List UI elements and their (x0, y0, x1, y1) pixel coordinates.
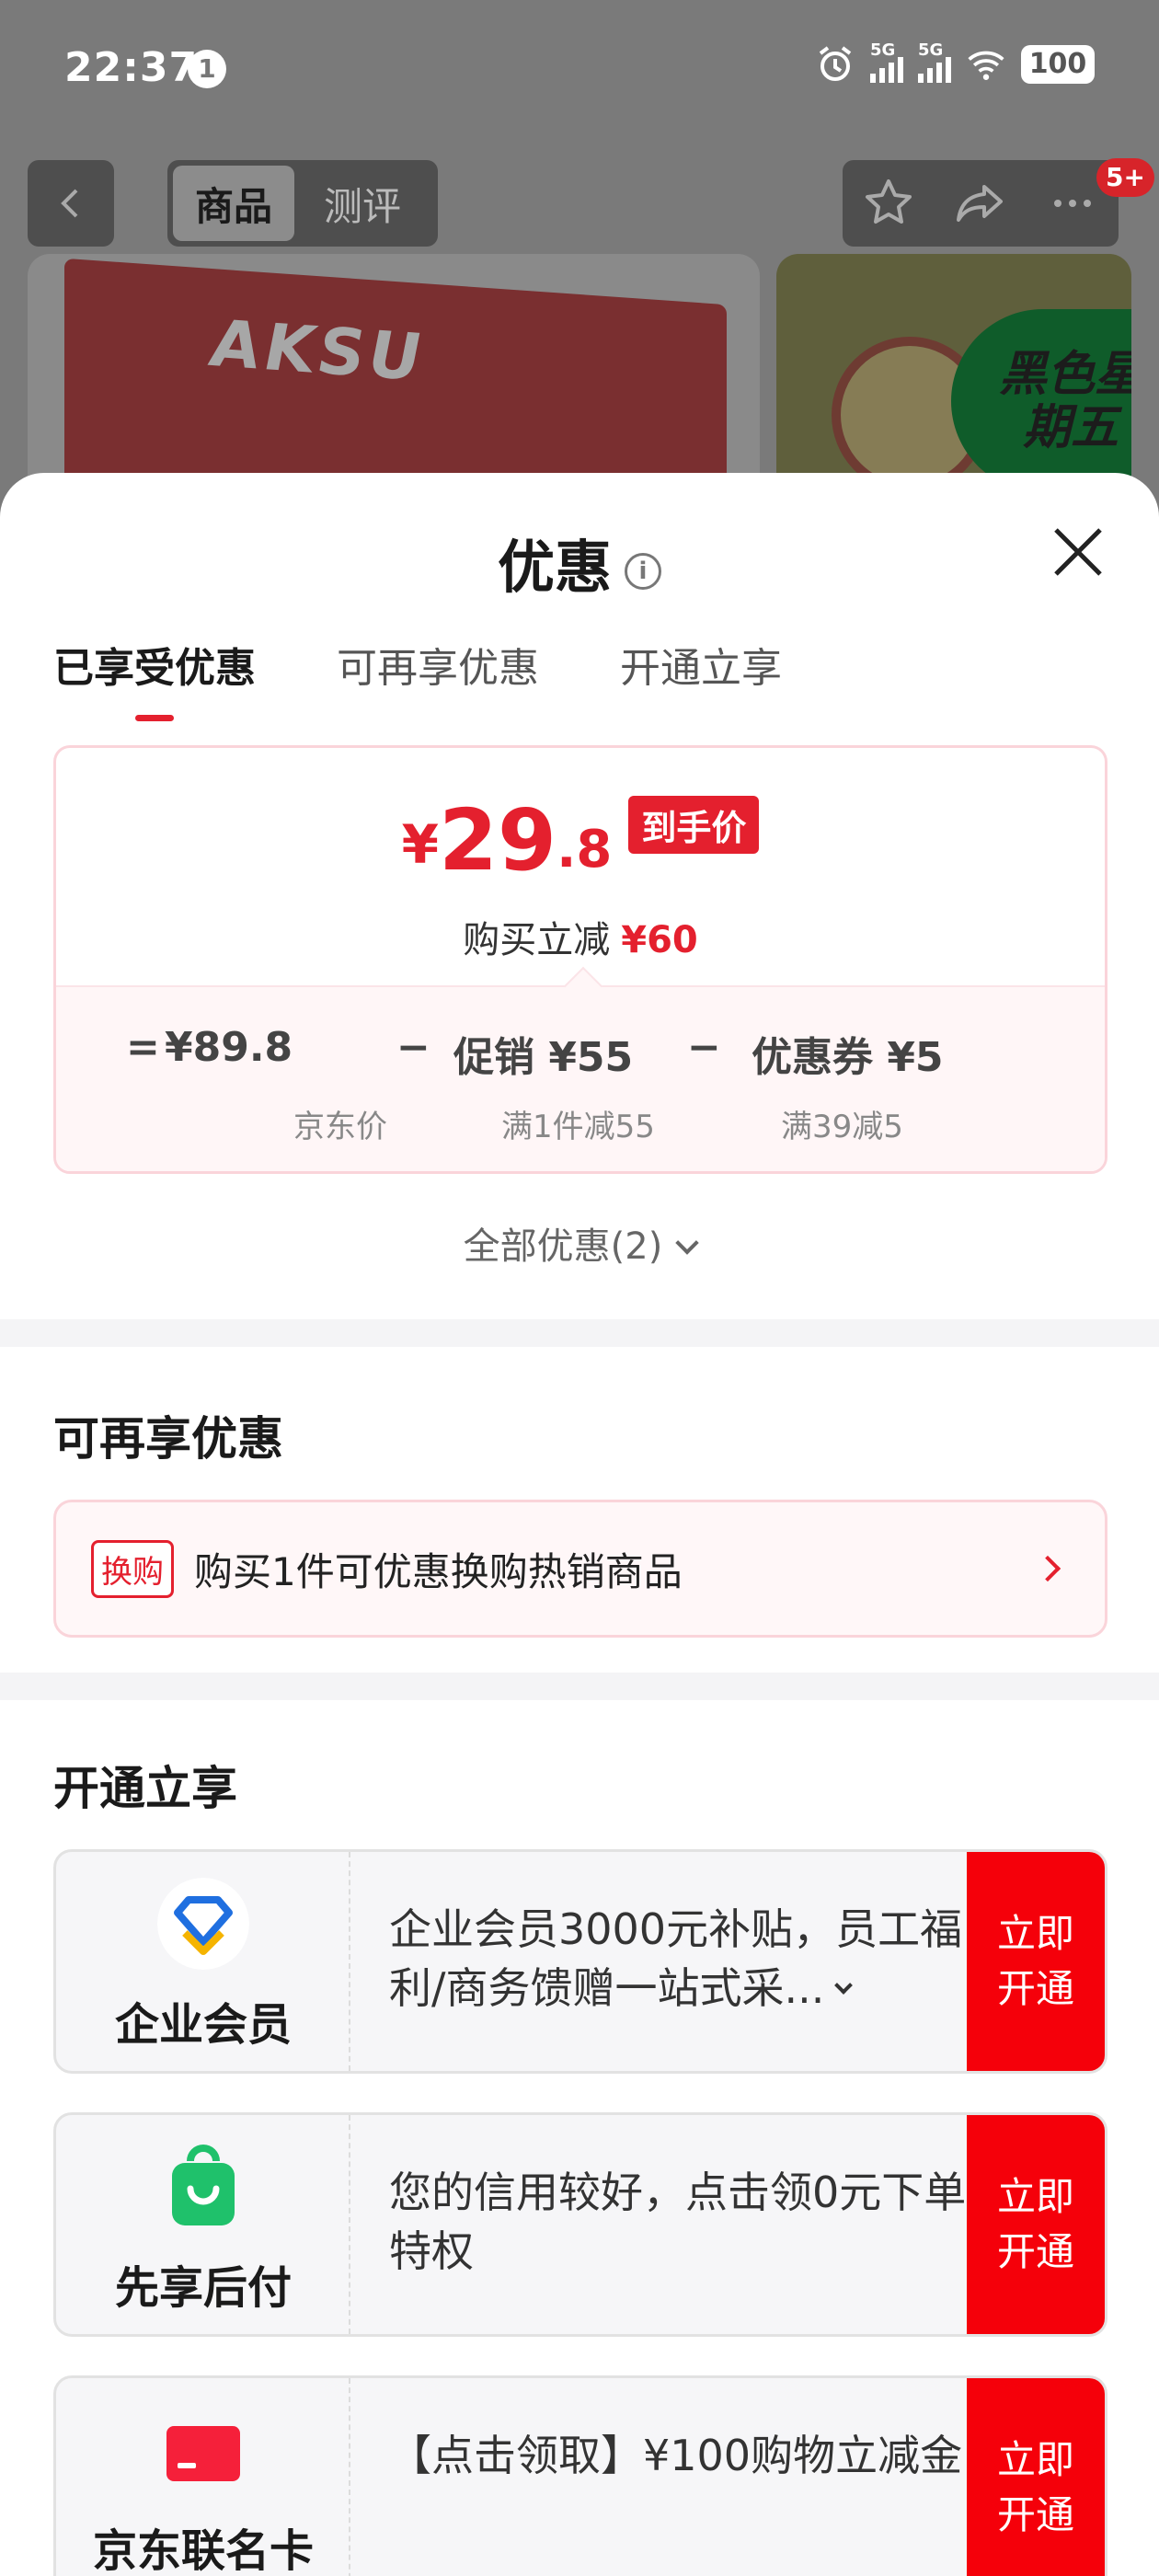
close-icon[interactable] (1052, 526, 1104, 578)
alarm-icon (815, 44, 855, 85)
section-divider (0, 1673, 1159, 1700)
swap-offer-row[interactable]: 换购 购买1件可优惠换购热销商品 (53, 1500, 1107, 1638)
status-bar: 22:37 1 5G 5G 100 (0, 0, 1159, 138)
price-breakdown: = ¥89.8 − 促销 ¥55 − 优惠券 ¥5 京东价 满1件减55 满39… (56, 966, 1105, 1171)
open-now-button[interactable]: 立即 开通 (967, 2115, 1105, 2334)
swap-badge: 换购 (91, 1539, 174, 1598)
final-price: ¥ 29 .8 到手价 (56, 796, 1105, 883)
battery-indicator: 100 (1021, 45, 1095, 84)
section-divider (0, 1319, 1159, 1347)
member-name: 先享后付 (114, 2262, 292, 2314)
wifi-icon (966, 44, 1006, 85)
nav-tabs: 商品 测评 (167, 160, 438, 247)
tab-review[interactable]: 测评 (302, 166, 423, 241)
message-badge: 5+ (1096, 158, 1154, 197)
shopping-bag-icon (172, 2145, 235, 2225)
more-icon[interactable] (1040, 171, 1105, 236)
member-name: 企业会员 (114, 1999, 292, 2051)
sheet-title: 优惠 i (0, 521, 1159, 604)
promo-amount: 促销 ¥55 (453, 1034, 634, 1081)
chevron-down-icon (675, 1231, 700, 1255)
chevron-right-icon (1034, 1555, 1061, 1582)
jd-price-label: 京东价 (293, 1109, 387, 1145)
all-offers-toggle[interactable]: 全部优惠(2) (0, 1216, 1159, 1270)
member-name: 京东联名卡 (92, 2525, 314, 2576)
signal-icon: 5G (870, 40, 903, 83)
info-icon[interactable]: i (625, 552, 661, 590)
nav-actions (843, 160, 1119, 247)
coupon-amount: 优惠券 ¥5 (752, 1034, 944, 1081)
pay-later-card[interactable]: 先享后付 您的信用较好，点击领0元下单特权 立即 开通 (53, 2112, 1107, 2337)
purchase-reduction: 购买立减 ¥60 (463, 919, 698, 961)
credit-card-icon (166, 2426, 240, 2481)
member-desc: 您的信用较好，点击领0元下单特权 (389, 2168, 967, 2276)
jd-price: ¥89.8 (165, 1024, 293, 1071)
notification-badge: 1 (188, 50, 226, 88)
back-button[interactable] (28, 160, 114, 247)
enterprise-member-card[interactable]: 企业会员 企业会员3000元补贴，员工福利/商务馈赠一站式采... 立即 开通 (53, 1849, 1107, 2074)
offers-sheet: 优惠 i 已享受优惠 可再享优惠 开通立享 ¥ 29 .8 到手价 购买立减 ¥60… (0, 473, 1159, 2576)
tab-enjoyed-offers[interactable]: 已享受优惠 (53, 635, 256, 721)
signal-icon-2: 5G (918, 40, 951, 83)
tab-more-offers[interactable]: 可再享优惠 (337, 635, 539, 694)
star-icon[interactable] (856, 171, 921, 236)
promo-condition: 满1件减55 (501, 1109, 655, 1145)
promo-banner: 黑色星期五 (951, 309, 1131, 493)
tab-open-enjoy[interactable]: 开通立享 (620, 635, 782, 694)
offer-tabs: 已享受优惠 可再享优惠 开通立享 (53, 635, 782, 721)
chevron-left-icon (61, 189, 78, 218)
price-card: ¥ 29 .8 到手价 购买立减 ¥60 = ¥89.8 − 促销 ¥55 − 优… (53, 745, 1107, 1174)
background-page: 22:37 1 5G 5G 100 商品 测评 5+ AKSU 黑色星期五 (0, 0, 1159, 552)
diamond-icon (157, 1878, 249, 1970)
status-time: 22:37 (64, 44, 199, 91)
open-now-button[interactable]: 立即 开通 (967, 1852, 1105, 2071)
open-now-button[interactable]: 立即 开通 (967, 2378, 1105, 2576)
final-price-tag: 到手价 (628, 796, 760, 854)
chevron-down-icon (834, 1976, 854, 1995)
open-enjoy-title: 开通立享 (53, 1762, 237, 1815)
coupon-condition: 满39减5 (781, 1109, 903, 1145)
tab-product[interactable]: 商品 (173, 166, 295, 241)
share-icon[interactable] (948, 171, 1013, 236)
status-icons: 5G 5G 100 (815, 40, 1095, 85)
more-offers-title: 可再享优惠 (53, 1412, 283, 1466)
member-desc: 【点击领取】¥100购物立减金 (389, 2431, 963, 2480)
co-branded-card[interactable]: 京东联名卡 【点击领取】¥100购物立减金 立即 开通 (53, 2375, 1107, 2576)
swap-text: 购买1件可优惠换购热销商品 (194, 1548, 683, 1594)
member-desc: 企业会员3000元补贴，员工福利/商务馈赠一站式采... (389, 1904, 963, 2013)
